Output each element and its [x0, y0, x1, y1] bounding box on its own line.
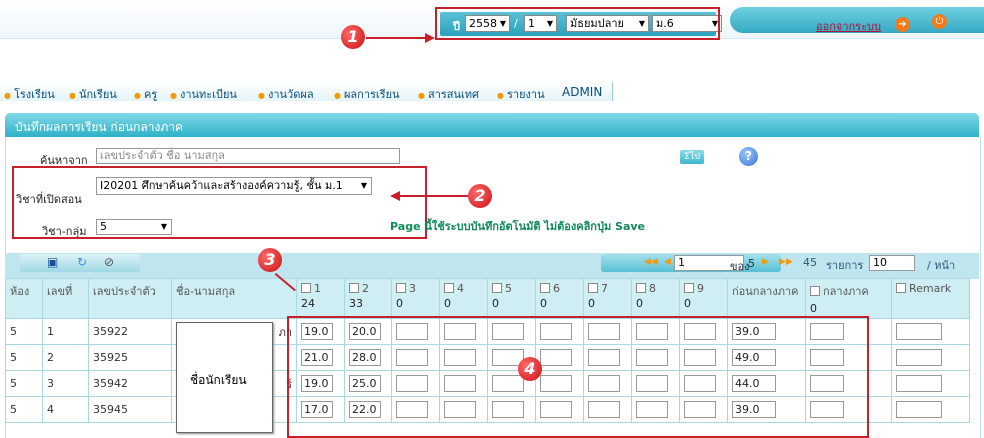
menu-item-information[interactable]: ● สารสนเทศ	[418, 85, 479, 103]
per-page-label: / หน้า	[927, 259, 956, 272]
col-score-8[interactable]: 80	[631, 278, 680, 319]
checkbox[interactable]	[896, 283, 906, 293]
save-icon[interactable]: ▣	[47, 255, 58, 269]
first-page-icon[interactable]: ◀◀	[644, 257, 658, 267]
cell-remark	[891, 396, 970, 423]
cell-remark	[891, 344, 970, 371]
remark-input[interactable]	[896, 375, 942, 392]
tooltip-text: ชื่อนักเรียน	[190, 373, 247, 387]
cell-no: 4	[42, 396, 89, 423]
menu-item-admin[interactable]: ADMIN	[562, 85, 602, 99]
menu-item-teachers[interactable]: ● ครู	[134, 85, 157, 103]
col-before-midterm: ก่อนกลางภาค	[727, 278, 806, 319]
callout-arrow-1	[366, 37, 426, 39]
col-midterm[interactable]: กลางภาค 0	[805, 278, 892, 319]
callout-badge-1: 1	[341, 25, 365, 49]
col-score-1[interactable]: 1 24	[296, 278, 345, 319]
clear-filter-icon[interactable]: ⊘	[104, 255, 114, 269]
col-score-6[interactable]: 60	[535, 278, 584, 319]
checkbox[interactable]	[636, 283, 646, 293]
remark-input[interactable]	[896, 323, 942, 340]
cell-student-id: 35925	[88, 344, 172, 371]
logout-link[interactable]: ออกจากระบบ	[816, 17, 881, 35]
col-name: ชื่อ-นามสกุล	[171, 278, 297, 319]
col-score-2[interactable]: 2 33	[344, 278, 392, 319]
menu-item-results[interactable]: ● ผลการเรียน	[334, 85, 400, 103]
callout-badge-4: 4	[518, 357, 542, 381]
page-of-label: ของ	[730, 260, 750, 273]
cell-no: 3	[42, 370, 89, 397]
refresh-icon[interactable]: ↻	[77, 255, 87, 269]
checkbox[interactable]	[810, 286, 820, 296]
remark-input[interactable]	[896, 401, 942, 418]
last-page-icon[interactable]: ▶▶	[779, 257, 793, 267]
cell-room: 5	[5, 344, 43, 371]
checkbox[interactable]	[301, 283, 311, 293]
col-no: เลขที่	[42, 278, 89, 319]
col-score-9[interactable]: 90	[679, 278, 728, 319]
callout-box-2	[12, 166, 427, 239]
col-remark[interactable]: Remark	[891, 278, 970, 319]
search-input[interactable]: เลขประจำตัว ชื่อ นามสกุล	[96, 148, 400, 164]
callout-badge-2: 2	[468, 184, 492, 208]
checkbox[interactable]	[540, 283, 550, 293]
cell-no: 1	[42, 318, 89, 345]
prev-page-icon[interactable]: ◀	[664, 257, 671, 267]
callout-arrowhead-1	[425, 33, 435, 43]
cell-room: 5	[5, 318, 43, 345]
autosave-note: Page นี้ใช้ระบบบันทึกอัตโนมัติ ไม่ต้องคล…	[390, 220, 646, 233]
callout-badge-3: 3	[258, 248, 282, 272]
cell-remark	[891, 318, 970, 345]
bullet-icon: ●	[334, 91, 341, 100]
menu-item-school[interactable]: ● โรงเรียน	[4, 85, 55, 103]
arrow-right-icon[interactable]: ➔	[895, 17, 910, 32]
per-page-input[interactable]: 10	[869, 255, 915, 271]
checkbox[interactable]	[684, 283, 694, 293]
page-title: บันทึกผลการเรียน ก่อนกลางภาค	[15, 120, 183, 134]
menu-item-registration[interactable]: ● งานทะเบียน	[170, 85, 237, 103]
col-student-id: เลขประจำตัว	[88, 278, 172, 319]
cell-no: 2	[42, 344, 89, 371]
records-label: รายการ	[826, 259, 864, 272]
checkbox[interactable]	[349, 283, 359, 293]
callout-box-4	[287, 316, 869, 438]
help-icon[interactable]: ?	[739, 147, 758, 166]
bullet-icon: ●	[134, 91, 141, 100]
cell-student-id: 35945	[88, 396, 172, 423]
callout-arrowhead-2	[390, 191, 400, 201]
callout-arrow-2	[399, 195, 468, 197]
table-header-row: ห้อง เลขที่ เลขประจำตัว ชื่อ-นามสกุล 1 24…	[5, 278, 970, 319]
menu-item-reports[interactable]: ● รายงาน	[497, 85, 545, 103]
checkbox[interactable]	[444, 283, 454, 293]
total-pages: 5	[748, 257, 755, 270]
bullet-icon: ●	[4, 91, 11, 100]
next-page-icon[interactable]: ▶	[762, 257, 769, 267]
bullet-icon: ●	[69, 91, 76, 100]
col-score-5[interactable]: 50	[487, 278, 536, 319]
menu-item-evaluation[interactable]: ● งานวัดผล	[258, 85, 314, 103]
cell-student-id: 35942	[88, 370, 172, 397]
cell-remark	[891, 370, 970, 397]
bullet-icon: ●	[418, 91, 425, 100]
checkbox[interactable]	[396, 283, 406, 293]
power-icon[interactable]: ⏻	[932, 14, 947, 29]
go-button[interactable]: Σไป	[680, 150, 704, 164]
cell-room: 5	[5, 370, 43, 397]
checkbox[interactable]	[588, 283, 598, 293]
bullet-icon: ●	[258, 91, 265, 100]
col-score-3[interactable]: 30	[391, 278, 440, 319]
col-score-7[interactable]: 70	[583, 278, 632, 319]
total-records: 45	[803, 256, 817, 269]
remark-input[interactable]	[896, 349, 942, 366]
cell-student-id: 35922	[88, 318, 172, 345]
bullet-icon: ●	[497, 91, 504, 100]
col-room: ห้อง	[5, 278, 43, 319]
cell-room: 5	[5, 396, 43, 423]
bullet-icon: ●	[170, 91, 177, 100]
callout-box-1	[435, 7, 720, 40]
checkbox[interactable]	[492, 283, 502, 293]
menu-item-students[interactable]: ● นักเรียน	[69, 85, 117, 103]
col-score-4[interactable]: 40	[439, 278, 488, 319]
